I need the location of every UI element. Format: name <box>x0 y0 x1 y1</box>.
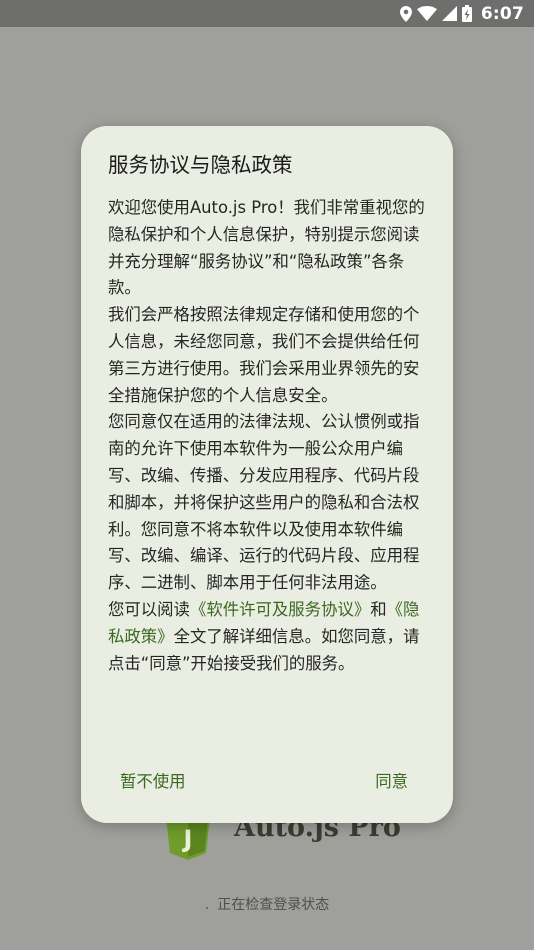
links-prefix: 您可以阅读 <box>108 599 190 619</box>
loading-status: . 正在检查登录状态 <box>0 894 534 914</box>
dialog-paragraph-usage: 您同意仅在适用的法律法规、公认惯例或指南的允许下使用本软件为一般公众用户编写、改… <box>108 412 420 593</box>
status-bar: 6:07 <box>0 0 534 27</box>
license-agreement-link[interactable]: 《软件许可及服务协议》 <box>190 600 370 619</box>
battery-charging-icon <box>461 5 472 22</box>
location-icon <box>399 5 412 22</box>
dialog-paragraph-links: 您可以阅读《软件许可及服务协议》和《隐私政策》全文了解详细信息。如您同意，请点击… <box>108 597 433 677</box>
dialog-paragraph-welcome: 欢迎您使用Auto.js Pro！我们非常重视您的隐私保护和个人信息保护，特别提… <box>108 198 425 298</box>
dialog-body: 欢迎您使用Auto.js Pro！我们非常重视您的隐私保护和个人信息保护，特别提… <box>108 195 433 677</box>
privacy-dialog: 服务协议与隐私政策 欢迎您使用Auto.js Pro！我们非常重视您的隐私保护和… <box>81 126 453 823</box>
dialog-paragraph-storage: 我们会严格按照法律规定存储和使用您的个人信息，未经您同意，我们不会提供给任何第三… <box>108 305 420 405</box>
loading-indicator: . <box>204 897 210 913</box>
wifi-icon <box>416 6 437 21</box>
app-logo-letter: J <box>182 825 193 853</box>
links-and: 和 <box>370 599 387 619</box>
decline-button[interactable]: 暂不使用 <box>120 768 186 792</box>
loading-text: 正在检查登录状态 <box>217 897 330 913</box>
cell-signal-icon <box>441 6 457 21</box>
status-icons: 6:07 <box>399 0 524 27</box>
dialog-title: 服务协议与隐私政策 <box>108 153 293 177</box>
clock: 6:07 <box>480 3 524 24</box>
agree-button[interactable]: 同意 <box>375 768 408 792</box>
